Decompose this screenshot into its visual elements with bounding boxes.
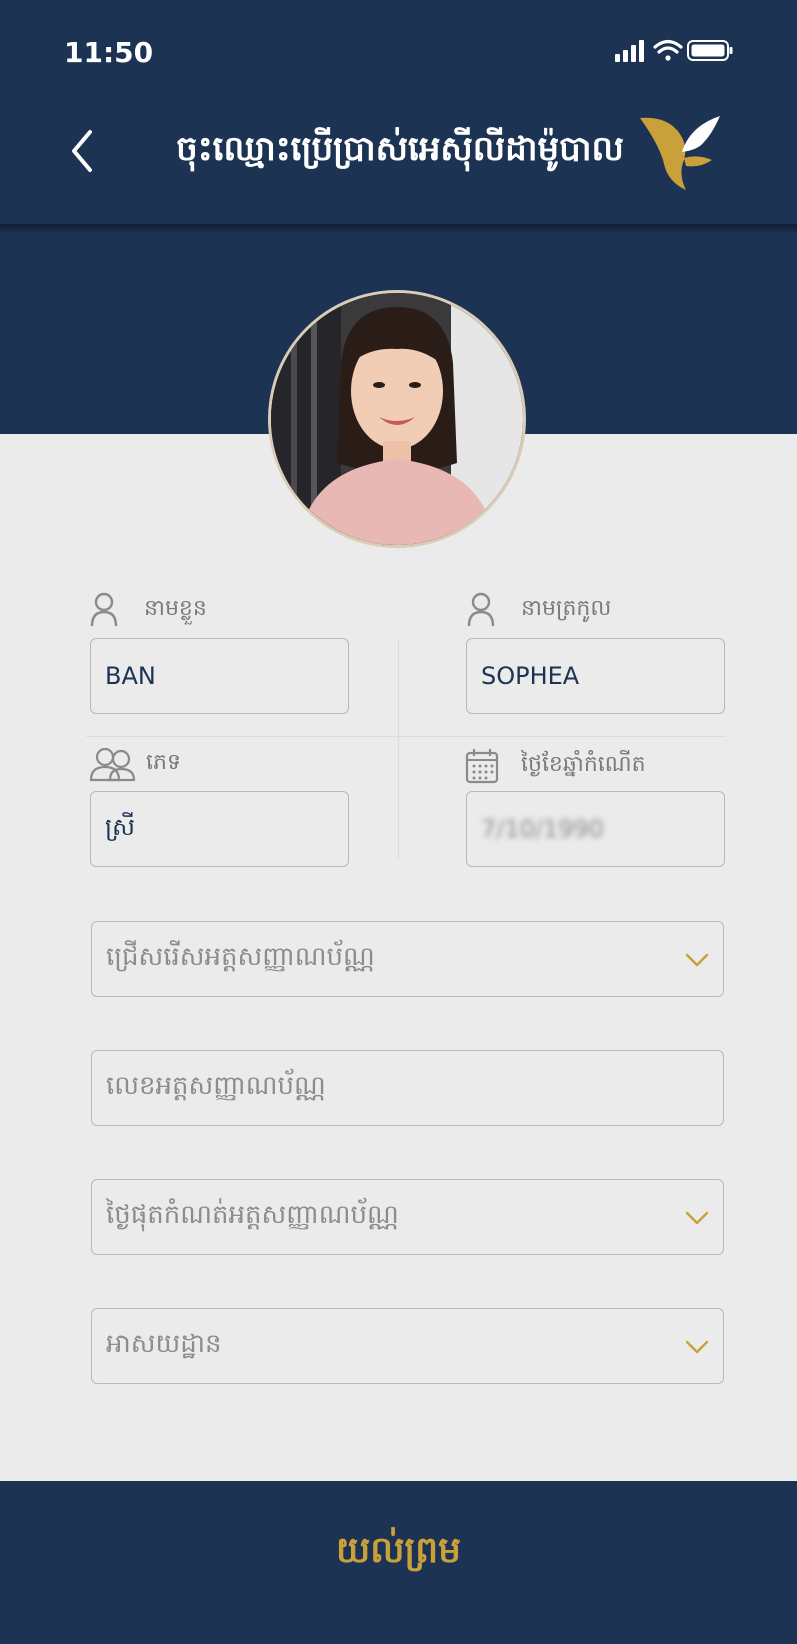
gender-value: ស្រី bbox=[105, 812, 135, 841]
address-placeholder: អាសយដ្ឋាន bbox=[106, 1329, 222, 1359]
dob-value: 7/10/1990 bbox=[481, 815, 605, 843]
id-type-select[interactable]: ជ្រើសរើសអត្តសញ្ញាណប័ណ្ណ bbox=[91, 921, 724, 997]
wifi-icon bbox=[653, 39, 683, 61]
top-app-bar: 11:50 ចុះឈ្មោះប្រើប្រាស់អេស៊ីលីដាម៉ូបាល bbox=[0, 0, 797, 225]
chevron-left-icon bbox=[72, 130, 92, 172]
page-title: ចុះឈ្មោះប្រើប្រាស់អេស៊ីលីដាម៉ូបាល bbox=[176, 129, 624, 169]
gender-label: ភេទ bbox=[146, 750, 181, 775]
profile-avatar[interactable] bbox=[268, 290, 526, 548]
gender-people-icon bbox=[89, 747, 136, 782]
id-expiry-select[interactable]: ថ្ងៃផុតកំណត់អត្តសញ្ញាណប័ណ្ណ bbox=[91, 1179, 724, 1255]
agree-button[interactable]: យល់ព្រម bbox=[336, 1527, 461, 1580]
chevron-down-icon bbox=[685, 1340, 709, 1354]
id-number-field[interactable]: លេខអត្តសញ្ញាណប័ណ្ណ bbox=[91, 1050, 724, 1126]
calendar-icon bbox=[465, 749, 499, 784]
header-shadow bbox=[0, 224, 797, 234]
last-name-label: នាមត្រកូល bbox=[521, 596, 612, 621]
footer-bar: យល់ព្រម bbox=[0, 1481, 797, 1644]
id-expiry-placeholder: ថ្ងៃផុតកំណត់អត្តសញ្ញាណប័ណ្ណ bbox=[106, 1200, 399, 1230]
person-icon bbox=[90, 592, 118, 627]
first-name-field[interactable]: BAN bbox=[90, 638, 349, 714]
battery-icon bbox=[687, 40, 733, 61]
bird-logo-icon bbox=[638, 112, 726, 198]
first-name-label-row: នាមខ្លួន bbox=[88, 592, 207, 628]
first-name-value: BAN bbox=[105, 662, 156, 690]
chevron-down-icon bbox=[685, 953, 709, 967]
dob-field[interactable]: 7/10/1990 bbox=[466, 791, 725, 867]
gender-field[interactable]: ស្រី bbox=[90, 791, 349, 867]
address-select[interactable]: អាសយដ្ឋាន bbox=[91, 1308, 724, 1384]
dob-label-row: ថ្ងៃខែឆ្នាំកំណើត bbox=[465, 748, 646, 784]
last-name-label-row: នាមត្រកូល bbox=[465, 592, 611, 628]
gender-label-row: ភេទ bbox=[88, 746, 181, 782]
profile-photo bbox=[271, 293, 523, 545]
status-icons bbox=[615, 38, 733, 68]
last-name-value: SOPHEA bbox=[481, 662, 580, 690]
id-type-placeholder: ជ្រើសរើសអត្តសញ្ញាណប័ណ្ណ bbox=[106, 942, 375, 972]
dob-label: ថ្ងៃខែឆ្នាំកំណើត bbox=[521, 752, 646, 777]
row-divider bbox=[86, 736, 726, 737]
chevron-down-icon bbox=[685, 1211, 709, 1225]
person-icon bbox=[467, 592, 495, 627]
last-name-field[interactable]: SOPHEA bbox=[466, 638, 725, 714]
first-name-label: នាមខ្លួន bbox=[144, 596, 207, 621]
status-time: 11:50 bbox=[64, 36, 154, 69]
column-divider bbox=[398, 640, 399, 860]
id-number-placeholder: លេខអត្តសញ្ញាណប័ណ្ណ bbox=[106, 1071, 326, 1101]
signal-icon bbox=[615, 40, 644, 62]
back-button[interactable] bbox=[62, 124, 102, 178]
